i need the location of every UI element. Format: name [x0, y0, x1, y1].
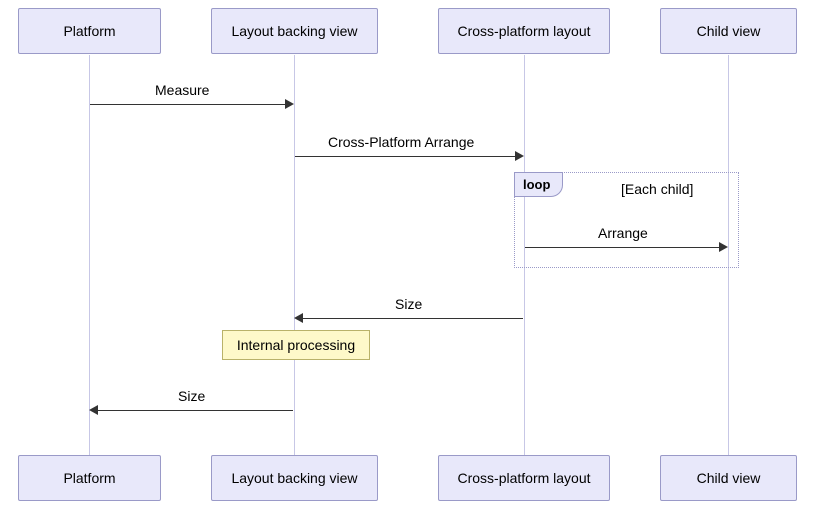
- participant-label: Child view: [697, 23, 761, 39]
- arrow-head-icon: [515, 151, 524, 161]
- message-size-1-label: Size: [395, 296, 422, 312]
- participant-platform-bottom: Platform: [18, 455, 161, 501]
- message-size-2-label: Size: [178, 388, 205, 404]
- arrow-head-icon: [719, 242, 728, 252]
- message-cross-platform-arrange-label: Cross-Platform Arrange: [328, 134, 474, 150]
- lifeline-platform: [89, 55, 90, 455]
- participant-cross-platform-layout-top: Cross-platform layout: [438, 8, 610, 54]
- participant-label: Cross-platform layout: [457, 23, 590, 39]
- participant-label: Child view: [697, 470, 761, 486]
- message-cross-platform-arrange-arrow: [295, 156, 515, 157]
- participant-label: Layout backing view: [231, 23, 357, 39]
- message-arrange-arrow: [525, 247, 719, 248]
- participant-child-view-bottom: Child view: [660, 455, 797, 501]
- message-arrange-label: Arrange: [598, 225, 648, 241]
- arrow-head-icon: [285, 99, 294, 109]
- participant-child-view-top: Child view: [660, 8, 797, 54]
- message-measure-label: Measure: [155, 82, 209, 98]
- participant-layout-backing-view-top: Layout backing view: [211, 8, 378, 54]
- participant-platform-top: Platform: [18, 8, 161, 54]
- arrow-head-icon: [89, 405, 98, 415]
- participant-label: Layout backing view: [231, 470, 357, 486]
- message-size-1-arrow: [303, 318, 523, 319]
- participant-label: Cross-platform layout: [457, 470, 590, 486]
- loop-condition: [Each child]: [621, 181, 693, 197]
- loop-keyword: loop: [514, 172, 563, 197]
- note-text: Internal processing: [237, 337, 355, 353]
- participant-cross-platform-layout-bottom: Cross-platform layout: [438, 455, 610, 501]
- arrow-head-icon: [294, 313, 303, 323]
- participant-label: Platform: [63, 470, 115, 486]
- participant-label: Platform: [63, 23, 115, 39]
- message-measure-arrow: [90, 104, 285, 105]
- lifeline-layout-backing-view: [294, 55, 295, 455]
- message-size-2-arrow: [98, 410, 293, 411]
- participant-layout-backing-view-bottom: Layout backing view: [211, 455, 378, 501]
- note-internal-processing: Internal processing: [222, 330, 370, 360]
